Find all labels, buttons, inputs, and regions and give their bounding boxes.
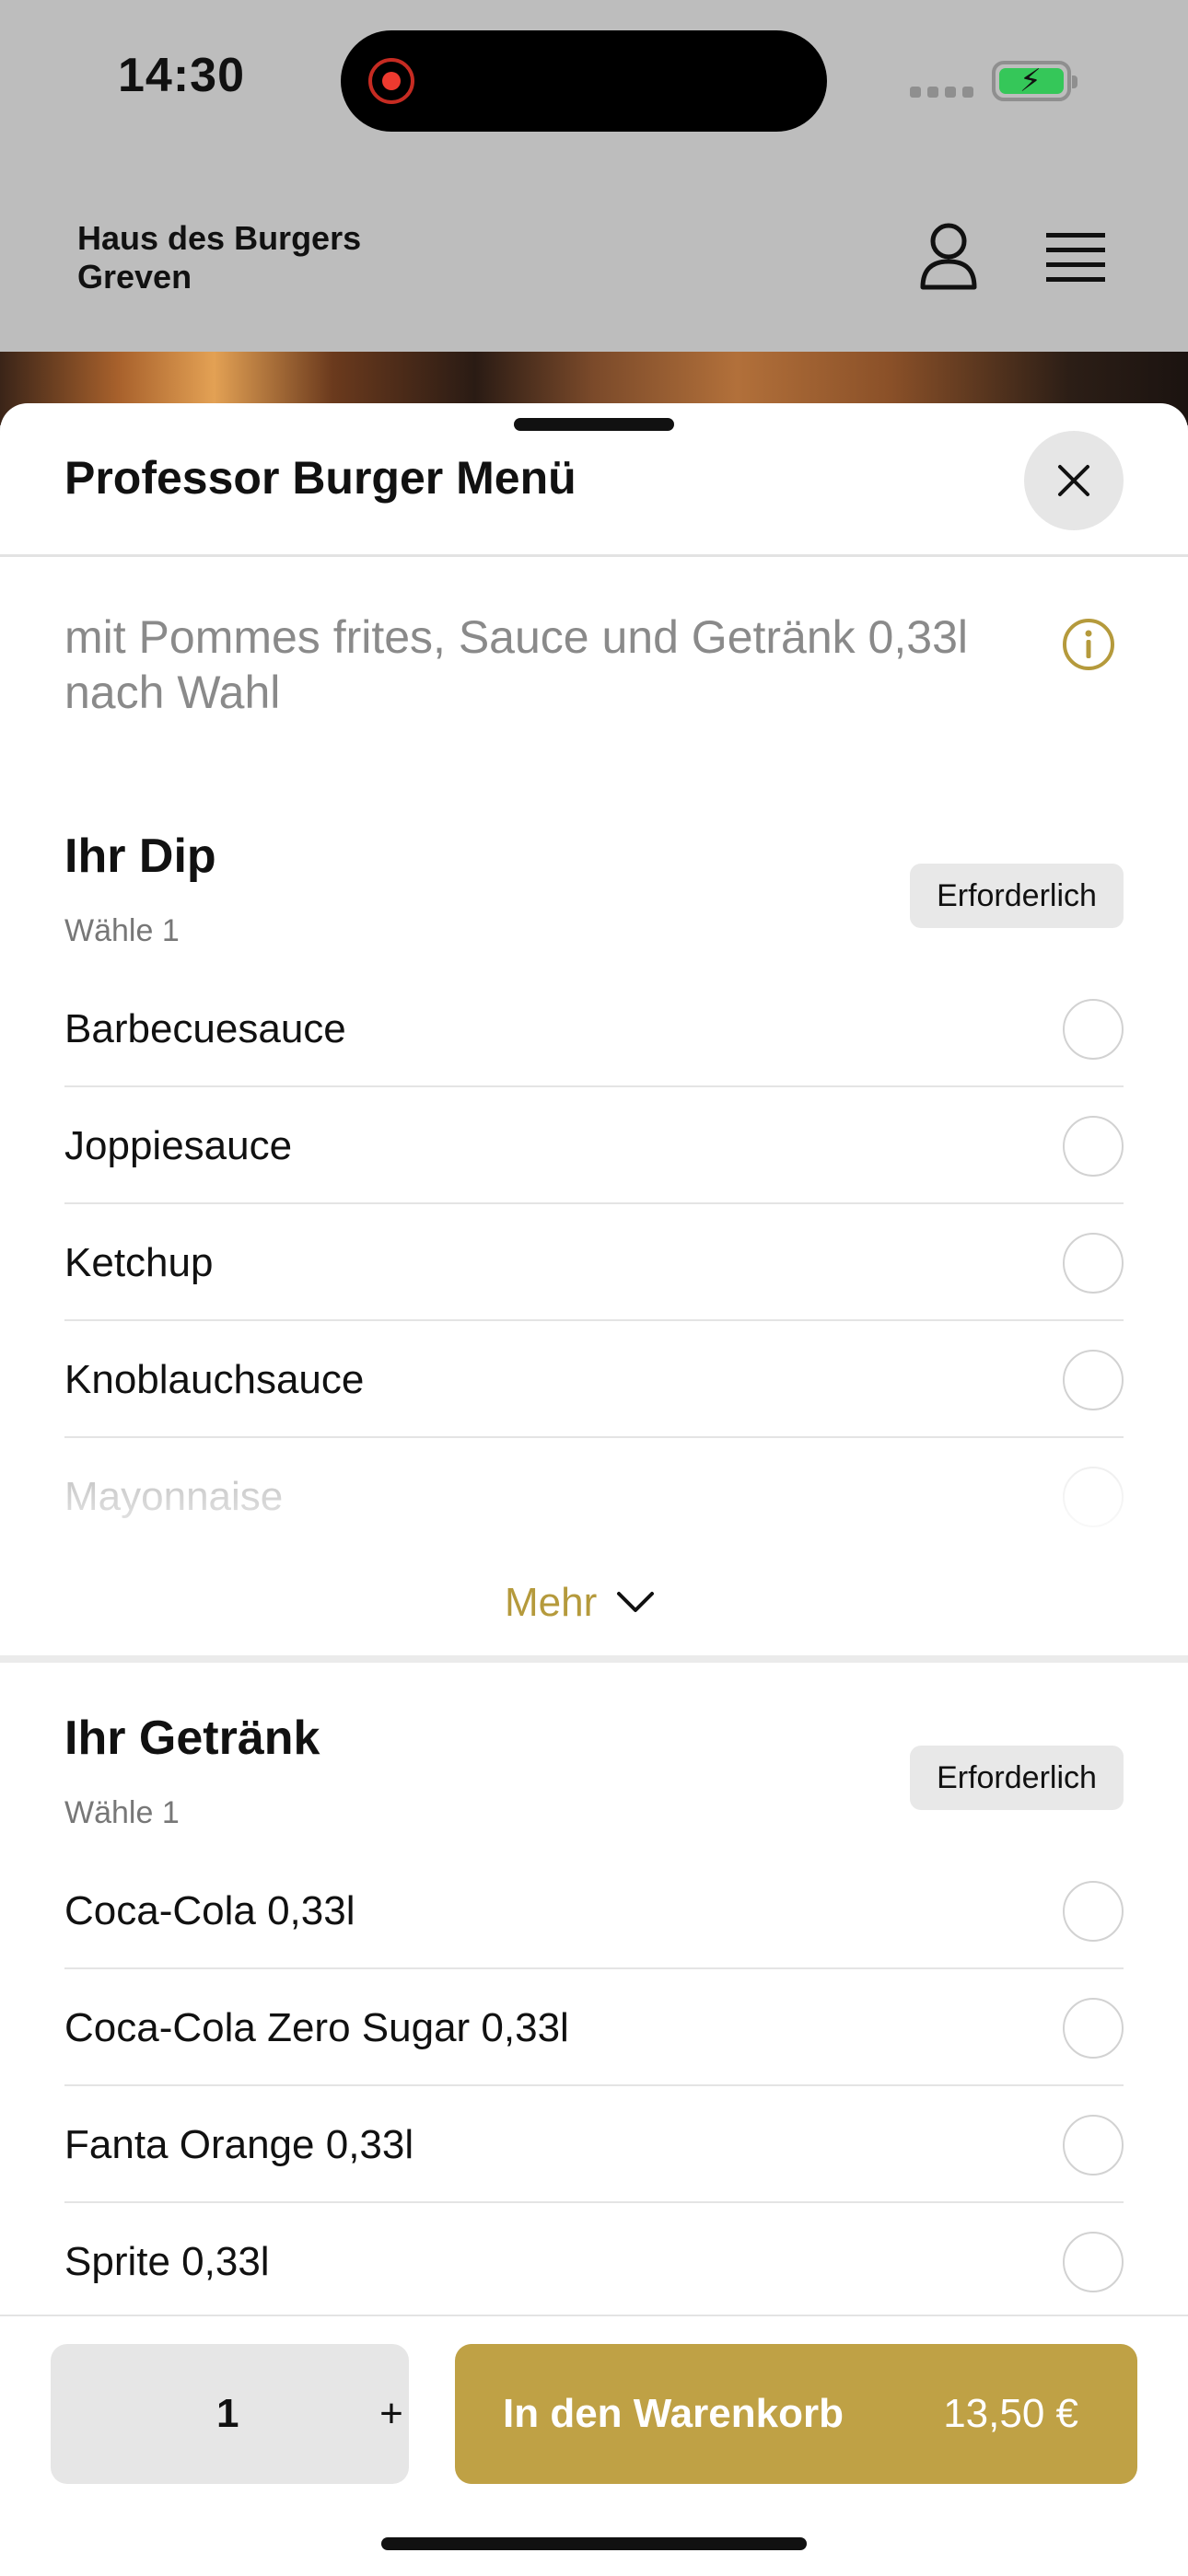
radio-button[interactable]: [1063, 1233, 1124, 1294]
battery-charging-icon: ⚡: [992, 61, 1077, 101]
radio-button[interactable]: [1063, 2232, 1124, 2292]
radio-button[interactable]: [1063, 1350, 1124, 1410]
option-row-mayonnaise[interactable]: Mayonnaise: [64, 1438, 1124, 1555]
radio-button[interactable]: [1063, 1998, 1124, 2059]
increment-button[interactable]: +: [371, 2344, 412, 2484]
section-subtitle-drink: Wähle 1: [64, 1795, 180, 1830]
section-divider: [0, 1655, 1188, 1663]
section-subtitle-dip: Wähle 1: [64, 913, 180, 948]
add-to-cart-price: 13,50 €: [943, 2391, 1078, 2436]
product-description: mit Pommes frites, Sauce und Getränk 0,3…: [64, 611, 968, 718]
show-more-label: Mehr: [505, 1580, 598, 1625]
option-label: Fanta Orange 0,33l: [64, 2122, 414, 2167]
header-divider: [0, 554, 1188, 557]
option-label: Barbecuesauce: [64, 1006, 346, 1051]
chevron-down-icon: [617, 1592, 655, 1612]
option-row-coca-cola-zero[interactable]: Coca-Cola Zero Sugar 0,33l: [64, 1969, 1124, 2086]
option-row-barbecuesauce[interactable]: Barbecuesauce: [64, 970, 1124, 1087]
radio-button[interactable]: [1063, 2115, 1124, 2176]
show-more-button[interactable]: Mehr: [505, 1571, 689, 1635]
option-row-joppiesauce[interactable]: Joppiesauce: [64, 1087, 1124, 1204]
menu-icon[interactable]: [1039, 219, 1112, 293]
radio-button[interactable]: [1063, 999, 1124, 1060]
recording-indicator-icon: [368, 58, 414, 104]
add-to-cart-label: In den Warenkorb: [503, 2391, 844, 2436]
account-icon[interactable]: [912, 219, 985, 293]
cellular-signal-icon: [910, 87, 973, 98]
product-sheet: Professor Burger Menü mit Pommes frites,…: [0, 403, 1188, 2574]
option-label: Ketchup: [64, 1240, 214, 1285]
option-row-fanta-orange[interactable]: Fanta Orange 0,33l: [64, 2086, 1124, 2203]
add-to-cart-button[interactable]: In den Warenkorb 13,50 €: [455, 2344, 1137, 2484]
status-bar: 14:30 ⚡: [0, 0, 1188, 166]
option-label: Mayonnaise: [64, 1474, 284, 1519]
required-badge-drink: Erforderlich: [910, 1746, 1124, 1810]
status-time: 14:30: [118, 49, 245, 102]
quantity-stepper[interactable]: 1 +: [51, 2344, 409, 2484]
option-row-sprite[interactable]: Sprite 0,33l: [64, 2203, 1124, 2320]
radio-button[interactable]: [1063, 1881, 1124, 1942]
radio-button[interactable]: [1063, 1116, 1124, 1177]
dynamic-island: [341, 30, 827, 132]
sheet-title: Professor Burger Menü: [64, 452, 577, 504]
info-icon[interactable]: [1061, 617, 1116, 672]
option-label: Joppiesauce: [64, 1123, 293, 1168]
option-label: Coca-Cola Zero Sugar 0,33l: [64, 2005, 569, 2050]
close-button[interactable]: [1024, 431, 1124, 530]
section-title-drink: Ihr Getränk: [64, 1712, 320, 1765]
restaurant-name-line2: Greven: [77, 258, 192, 296]
required-badge-dip: Erforderlich: [910, 864, 1124, 928]
app-header: Haus des Burgers Greven: [0, 166, 1188, 352]
option-row-ketchup[interactable]: Ketchup: [64, 1204, 1124, 1321]
close-icon: [1058, 465, 1089, 496]
home-indicator[interactable]: [381, 2537, 807, 2550]
section-title-dip: Ihr Dip: [64, 830, 216, 883]
option-label: Coca-Cola 0,33l: [64, 1888, 355, 1933]
restaurant-name-line1: Haus des Burgers: [77, 219, 362, 257]
option-label: Sprite 0,33l: [64, 2239, 270, 2284]
quantity-value: 1: [216, 2391, 239, 2436]
option-label: Knoblauchsauce: [64, 1357, 365, 1402]
radio-button[interactable]: [1063, 1467, 1124, 1527]
option-row-knoblauchsauce[interactable]: Knoblauchsauce: [64, 1321, 1124, 1438]
option-row-coca-cola[interactable]: Coca-Cola 0,33l: [64, 1852, 1124, 1969]
sheet-grabber[interactable]: [514, 418, 674, 431]
restaurant-name[interactable]: Haus des Burgers Greven: [77, 219, 361, 296]
